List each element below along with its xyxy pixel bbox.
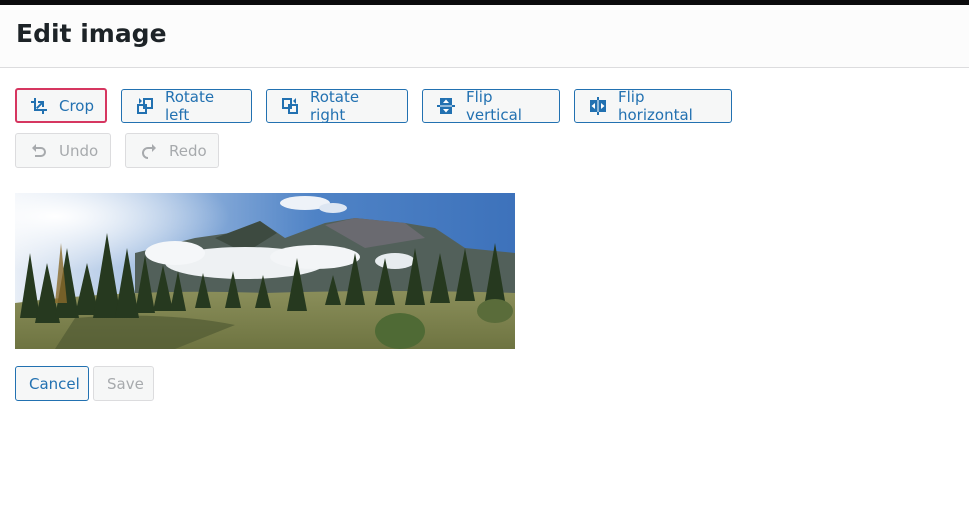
- page-title: Edit image: [16, 19, 167, 48]
- undo-button[interactable]: Undo: [15, 133, 111, 168]
- undo-icon: [29, 141, 49, 161]
- cancel-label: Cancel: [29, 374, 80, 393]
- save-button[interactable]: Save: [93, 366, 154, 401]
- redo-button[interactable]: Redo: [125, 133, 219, 168]
- redo-icon: [139, 141, 159, 161]
- cancel-button[interactable]: Cancel: [15, 366, 89, 401]
- crop-icon: [29, 96, 49, 116]
- landscape-image: [15, 193, 515, 349]
- rotate-left-icon: [135, 96, 155, 116]
- flip-vertical-label: Flip vertical: [466, 88, 522, 124]
- rotate-right-icon: [280, 96, 300, 116]
- flip-horizontal-label: Flip horizontal: [618, 88, 693, 124]
- rotate-right-label: Rotate right: [310, 88, 360, 124]
- flip-horizontal-button[interactable]: Flip horizontal: [574, 88, 732, 124]
- rotate-left-button[interactable]: Rotate left: [121, 88, 252, 124]
- flip-horizontal-icon: [588, 96, 608, 116]
- flip-vertical-icon: [436, 96, 456, 116]
- crop-label: Crop: [59, 96, 95, 115]
- crop-button[interactable]: Crop: [15, 88, 107, 123]
- header: Edit image: [0, 5, 969, 68]
- redo-label: Redo: [169, 141, 207, 160]
- image-preview[interactable]: [15, 193, 515, 349]
- rotate-left-label: Rotate left: [165, 88, 215, 124]
- flip-vertical-button[interactable]: Flip vertical: [422, 88, 560, 124]
- rotate-right-button[interactable]: Rotate right: [266, 88, 408, 124]
- undo-label: Undo: [59, 141, 99, 160]
- save-label: Save: [107, 374, 144, 393]
